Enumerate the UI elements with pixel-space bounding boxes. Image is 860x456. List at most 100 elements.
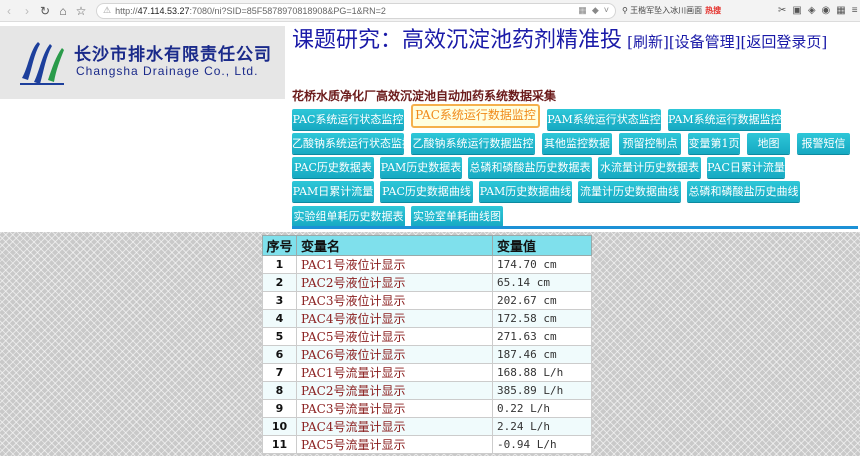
variable-name: PAC1号流量计显示 bbox=[296, 363, 493, 382]
nav-pac-status[interactable]: PAC系统运行状态监控 bbox=[292, 109, 404, 130]
page-subtitle: 花桥水质净化厂高效沉淀池自动加药系统数据采集 bbox=[292, 89, 557, 103]
row-index: 6 bbox=[262, 345, 297, 364]
nav-pam-history-table[interactable]: PAM历史数据表 bbox=[380, 157, 462, 178]
nav-pam-history-curve[interactable]: PAM历史数据曲线 bbox=[479, 181, 572, 202]
company-logo: 长沙市排水有限责任公司 Changsha Drainage Co., Ltd. bbox=[0, 26, 285, 99]
row-index: 1 bbox=[262, 255, 297, 274]
forward-icon[interactable]: › bbox=[18, 2, 36, 20]
menu-icon[interactable]: ≡ bbox=[852, 5, 858, 16]
company-name-cn: 长沙市排水有限责任公司 bbox=[74, 45, 272, 65]
nav-pac-history-table[interactable]: PAC历史数据表 bbox=[292, 157, 374, 178]
row-index: 4 bbox=[262, 309, 297, 328]
variable-name: PAC5号流量计显示 bbox=[296, 435, 493, 454]
nav-pam-daily-flow[interactable]: PAM日累计流量 bbox=[292, 181, 374, 202]
browser-search[interactable]: ⚲ 王楷军坠入冰川画面 热搜 bbox=[622, 3, 772, 19]
row-index: 2 bbox=[262, 273, 297, 292]
row-index: 5 bbox=[262, 327, 297, 346]
row-index: 9 bbox=[262, 399, 297, 418]
page-header: 课题研究：高效沉淀池药剂精准投 [刷新][设备管理][返回登录页] bbox=[292, 24, 858, 59]
table-row: 1 PAC1号液位计显示 174.70 cm bbox=[262, 255, 592, 274]
row-index: 8 bbox=[262, 381, 297, 400]
row-index: 10 bbox=[262, 417, 297, 436]
nav-alarm-sms[interactable]: 报警短信 bbox=[797, 133, 850, 154]
nav-variables-page1[interactable]: 变量第1页 bbox=[688, 133, 740, 154]
variable-name: PAC5号液位计显示 bbox=[296, 327, 493, 346]
nav-pac-history-curve[interactable]: PAC历史数据曲线 bbox=[380, 181, 473, 202]
variable-name: PAC2号液位计显示 bbox=[296, 273, 493, 292]
nav-flowmeter-history-curve[interactable]: 流量计历史数据曲线 bbox=[578, 181, 681, 202]
nav-phosphorus-history-table[interactable]: 总磷和磷酸盐历史数据表 bbox=[468, 157, 592, 178]
chevron-down-icon[interactable]: ˅ bbox=[604, 5, 609, 16]
table-row: 7 PAC1号流量计显示 168.88 L/h bbox=[262, 363, 592, 382]
table-row: 10 PAC4号流量计显示 2.24 L/h bbox=[262, 417, 592, 436]
nav-reserved-control[interactable]: 预留控制点 bbox=[619, 133, 681, 154]
drainage-logo-icon bbox=[20, 42, 64, 85]
translate-icon[interactable]: ◈ bbox=[808, 5, 816, 16]
nav-phosphorus-history-curve[interactable]: 总磷和磷酸盐历史曲线 bbox=[687, 181, 800, 202]
variable-value: 65.14 cm bbox=[492, 273, 592, 292]
variable-name: PAC1号液位计显示 bbox=[296, 255, 493, 274]
back-to-login-link[interactable]: [返回登录页] bbox=[741, 33, 828, 51]
url-host: 47.114.53.27 bbox=[137, 5, 190, 16]
variable-value: 271.63 cm bbox=[492, 327, 592, 346]
col-header-value: 变量值 bbox=[492, 235, 592, 256]
table-row: 5 PAC5号液位计显示 271.63 cm bbox=[262, 327, 592, 346]
col-header-index: 序号 bbox=[262, 235, 297, 256]
nav-pac-data[interactable]: PAC系统运行数据监控 bbox=[411, 104, 540, 128]
extension-icon[interactable]: ▣ bbox=[792, 5, 801, 16]
shield-icon[interactable]: ◆ bbox=[592, 5, 599, 16]
star-icon[interactable]: ☆ bbox=[72, 2, 90, 20]
page-title: 课题研究：高效沉淀池药剂精准投 bbox=[292, 28, 623, 53]
refresh-link[interactable]: [刷新] bbox=[627, 33, 669, 51]
back-icon[interactable]: ‹ bbox=[0, 2, 18, 20]
variable-value: 172.58 cm bbox=[492, 309, 592, 328]
nav-flowmeter-history-table[interactable]: 水流量计历史数据表 bbox=[598, 157, 701, 178]
variable-value: 168.88 L/h bbox=[492, 363, 592, 382]
nav-other-data[interactable]: 其他监控数据 bbox=[542, 133, 612, 154]
nav-pam-status[interactable]: PAM系统运行状态监控 bbox=[547, 109, 661, 130]
table-row: 4 PAC4号液位计显示 172.58 cm bbox=[262, 309, 592, 328]
nav-experiment-consumption-table[interactable]: 实验组单耗历史数据表 bbox=[292, 206, 405, 227]
home-icon[interactable]: ⌂ bbox=[54, 2, 72, 20]
nav-naac-status[interactable]: 乙酸钠系统运行状态监控 bbox=[292, 133, 413, 154]
table-row: 8 PAC2号流量计显示 385.89 L/h bbox=[262, 381, 592, 400]
variables-table: 序号 变量名 变量值 1 PAC1号液位计显示 174.70 cm 2 PAC2… bbox=[262, 235, 592, 454]
row-index: 3 bbox=[262, 291, 297, 310]
variable-value: 2.24 L/h bbox=[492, 417, 592, 436]
game-icon[interactable]: ◉ bbox=[822, 5, 831, 16]
reload-icon[interactable]: ↻ bbox=[36, 2, 54, 20]
variable-name: PAC3号流量计显示 bbox=[296, 399, 493, 418]
hot-badge: 热搜 bbox=[705, 6, 722, 15]
table-row: 2 PAC2号液位计显示 65.14 cm bbox=[262, 273, 592, 292]
company-name-en: Changsha Drainage Co., Ltd. bbox=[76, 64, 259, 78]
nav-map[interactable]: 地图 bbox=[747, 133, 790, 154]
device-management-link[interactable]: [设备管理] bbox=[669, 33, 741, 51]
table-row: 3 PAC3号液位计显示 202.67 cm bbox=[262, 291, 592, 310]
variable-value: 187.46 cm bbox=[492, 345, 592, 364]
browser-toolbar: ‹ › ↻ ⌂ ☆ ⚠ http://47.114.53.27:7080/ni?… bbox=[0, 0, 860, 22]
search-text: 王楷军坠入冰川画面 bbox=[630, 6, 703, 15]
table-header-row: 序号 变量名 变量值 bbox=[262, 235, 592, 256]
nav-pam-data[interactable]: PAM系统运行数据监控 bbox=[668, 109, 782, 130]
nav-naac-data[interactable]: 乙酸钠系统运行数据监控 bbox=[411, 133, 535, 154]
header-divider bbox=[292, 226, 858, 229]
reader-icon[interactable]: ▦ bbox=[578, 5, 587, 16]
variable-value: -0.94 L/h bbox=[492, 435, 592, 454]
insecure-icon: ⚠ bbox=[103, 5, 112, 15]
variable-name: PAC4号流量计显示 bbox=[296, 417, 493, 436]
col-header-name: 变量名 bbox=[296, 235, 493, 256]
scissors-icon[interactable]: ✂ bbox=[778, 5, 786, 16]
variable-name: PAC4号液位计显示 bbox=[296, 309, 493, 328]
url-path: :7080/ni?SID=85F5878970818908&PG=1&RN=2 bbox=[189, 5, 386, 16]
nav-pac-daily-flow[interactable]: PAC日累计流量 bbox=[707, 157, 785, 178]
variable-name: PAC3号液位计显示 bbox=[296, 291, 493, 310]
row-index: 11 bbox=[262, 435, 297, 454]
row-index: 7 bbox=[262, 363, 297, 382]
address-bar[interactable]: ⚠ http://47.114.53.27:7080/ni?SID=85F587… bbox=[96, 2, 616, 19]
nav-lab-consumption-curve[interactable]: 实验室单耗曲线图 bbox=[411, 206, 503, 227]
variable-value: 174.70 cm bbox=[492, 255, 592, 274]
table-row: 6 PAC6号液位计显示 187.46 cm bbox=[262, 345, 592, 364]
variable-name: PAC2号流量计显示 bbox=[296, 381, 493, 400]
grid-icon[interactable]: ▦ bbox=[836, 5, 845, 16]
variable-value: 202.67 cm bbox=[492, 291, 592, 310]
